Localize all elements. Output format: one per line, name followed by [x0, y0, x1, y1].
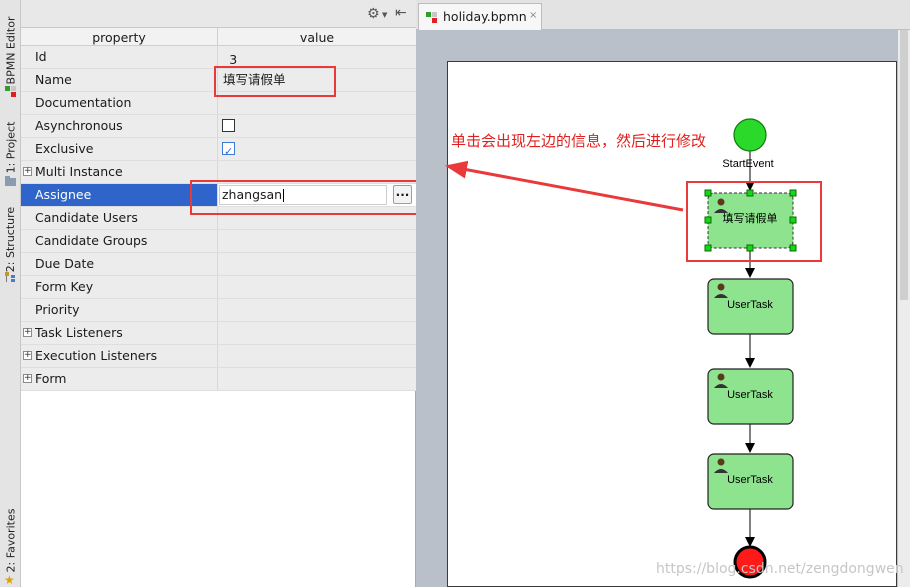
- task-label: 填写请假单: [723, 211, 778, 225]
- start-event[interactable]: [733, 118, 767, 152]
- resize-handle[interactable]: [704, 244, 712, 252]
- user-task-3[interactable]: UserTask: [707, 368, 794, 425]
- resize-handle[interactable]: [789, 244, 797, 252]
- resize-handle[interactable]: [746, 189, 754, 197]
- user-icon: [717, 373, 725, 381]
- bpmn-diagram: StartEvent 填写请假单 UserTask UserTask UserT…: [445, 118, 822, 579]
- watermark: https://blog.csdn.net/zengdongwen: [656, 561, 904, 577]
- resize-handle[interactable]: [789, 216, 797, 224]
- resize-handle[interactable]: [746, 244, 754, 252]
- start-event-label: StartEvent: [722, 158, 773, 170]
- user-icon: [717, 283, 725, 291]
- user-task-fill-leave-form[interactable]: 填写请假单: [704, 189, 797, 252]
- resize-handle[interactable]: [704, 216, 712, 224]
- user-icon: [717, 198, 725, 206]
- user-icon: [717, 458, 725, 466]
- user-task-4[interactable]: UserTask: [707, 453, 794, 510]
- task-label: UserTask: [727, 299, 773, 311]
- task-label: UserTask: [727, 474, 773, 486]
- task-label: UserTask: [727, 389, 773, 401]
- annotation-text: 单击会出现左边的信息，然后进行修改: [451, 132, 707, 150]
- resize-handle[interactable]: [789, 189, 797, 197]
- callout-arrow: [445, 160, 684, 212]
- user-task-2[interactable]: UserTask: [707, 278, 794, 335]
- resize-handle[interactable]: [704, 189, 712, 197]
